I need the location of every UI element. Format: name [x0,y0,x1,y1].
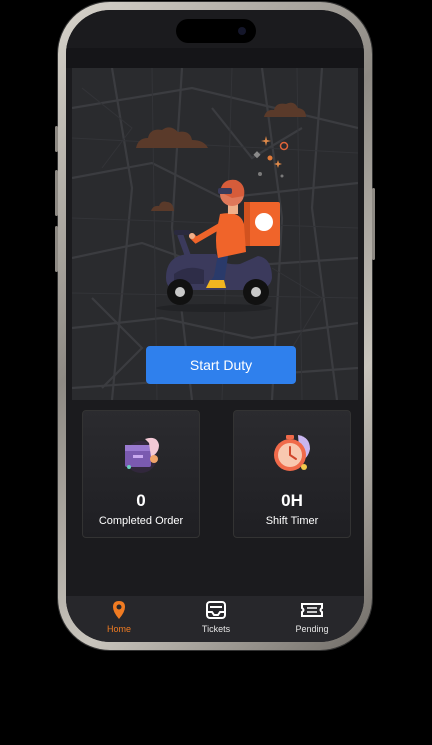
phone-volume-up-button [55,170,58,216]
start-duty-button[interactable]: Start Duty [146,346,296,384]
clock-icon [274,435,310,471]
stats-section: 0 Completed Order 0H Shift Timer [66,400,364,596]
cloud-illustration-right [264,102,306,117]
location-pin-icon [113,601,125,619]
map-background: Start Duty [72,68,358,400]
nav-label-home: Home [106,624,131,634]
cloud-illustration-left [136,127,208,148]
shift-timer-label: Shift Timer [265,515,319,527]
nav-item-pending[interactable]: Pending [272,600,352,640]
ticket-icon [301,603,323,617]
completed-order-label: Completed Order [98,515,184,527]
completed-order-card[interactable]: 0 Completed Order [82,410,200,538]
phone-volume-down-button [55,226,58,272]
dynamic-island [176,19,256,43]
phone-power-button [372,188,375,260]
shift-timer-value: 0H [281,491,303,510]
box-icon [125,437,159,473]
completed-order-value: 0 [136,491,146,510]
nav-item-tickets[interactable]: Tickets [176,600,256,640]
inbox-tray-icon [206,601,226,619]
nav-label-tickets: Tickets [201,624,231,634]
delivery-scooter-illustration [156,179,280,312]
phone-screen: Start Duty 0 Completed Order 0H Shift Ti… [66,10,364,642]
app-bar [66,48,364,68]
status-bar [66,10,364,48]
phone-side-button [55,126,58,152]
nav-item-home[interactable]: Home [79,600,159,640]
nav-label-pending: Pending [295,624,329,634]
shift-timer-card[interactable]: 0H Shift Timer [233,410,351,538]
camera-dot [238,27,246,35]
bottom-nav: Home Tickets Pending [66,596,364,642]
